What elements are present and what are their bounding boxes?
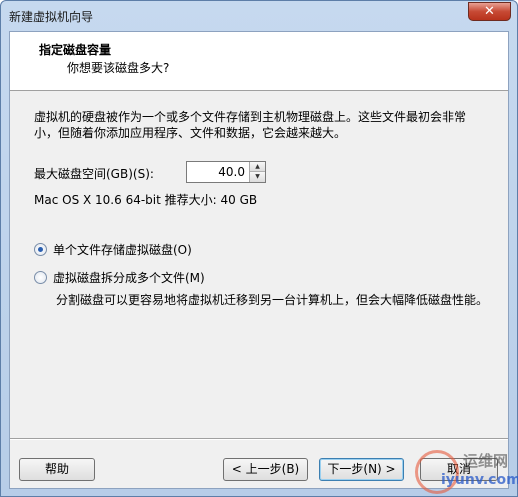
window-title: 新建虚拟机向导 [9, 10, 94, 24]
radio-split-files-label: 虚拟磁盘拆分成多个文件(M) [53, 271, 205, 285]
disk-size-stepper[interactable]: 40.0 ▲ ▼ [186, 161, 266, 183]
split-note: 分割磁盘可以更容易地将虚拟机迁移到另一台计算机上，但会大幅降低磁盘性能。 [56, 293, 489, 307]
radio-button-checked[interactable] [34, 243, 47, 256]
stepper-down-button[interactable]: ▼ [250, 172, 265, 182]
wizard-window: 新建虚拟机向导 ✕ 指定磁盘容量 你想要该磁盘多大? 虚拟机的硬盘被作为一个或多… [0, 0, 518, 497]
next-button[interactable]: 下一步(N) > [319, 458, 404, 481]
watermark: 运维网 iyunv.com [413, 446, 518, 496]
arrow-up-icon: ▲ [255, 163, 260, 170]
watermark-url: iyunv.com [441, 472, 518, 488]
close-icon: ✕ [484, 4, 495, 19]
stepper-up-button[interactable]: ▲ [250, 162, 265, 172]
close-button[interactable]: ✕ [468, 2, 511, 21]
disk-size-label: 最大磁盘空间(GB)(S): [34, 167, 154, 181]
arrow-down-icon: ▼ [255, 173, 260, 180]
page-title: 指定磁盘容量 [39, 43, 112, 57]
stepper-buttons: ▲ ▼ [249, 162, 265, 182]
watermark-name: 运维网 [463, 452, 509, 470]
wizard-header: 指定磁盘容量 你想要该磁盘多大? [10, 32, 508, 91]
disk-description: 虚拟机的硬盘被作为一个或多个文件存储到主机物理磁盘上。这些文件最初会非常小，但随… [34, 110, 467, 140]
title-bar: 新建虚拟机向导 ✕ [1, 1, 517, 29]
radio-single-file-label: 单个文件存储虚拟磁盘(O) [53, 243, 192, 257]
footer-divider [10, 438, 508, 440]
back-button[interactable]: < 上一步(B) [223, 458, 308, 481]
radio-button-unchecked[interactable] [34, 271, 47, 284]
wizard-client-area: 指定磁盘容量 你想要该磁盘多大? 虚拟机的硬盘被作为一个或多个文件存储到主机物理… [9, 31, 509, 489]
radio-single-file[interactable]: 单个文件存储虚拟磁盘(O) [34, 241, 192, 258]
radio-split-files[interactable]: 虚拟磁盘拆分成多个文件(M) [34, 269, 205, 286]
disk-size-input[interactable]: 40.0 [218, 165, 245, 179]
help-button[interactable]: 帮助 [19, 458, 95, 481]
page-subtitle: 你想要该磁盘多大? [67, 61, 170, 75]
recommended-size: Mac OS X 10.6 64-bit 推荐大小: 40 GB [34, 193, 258, 207]
